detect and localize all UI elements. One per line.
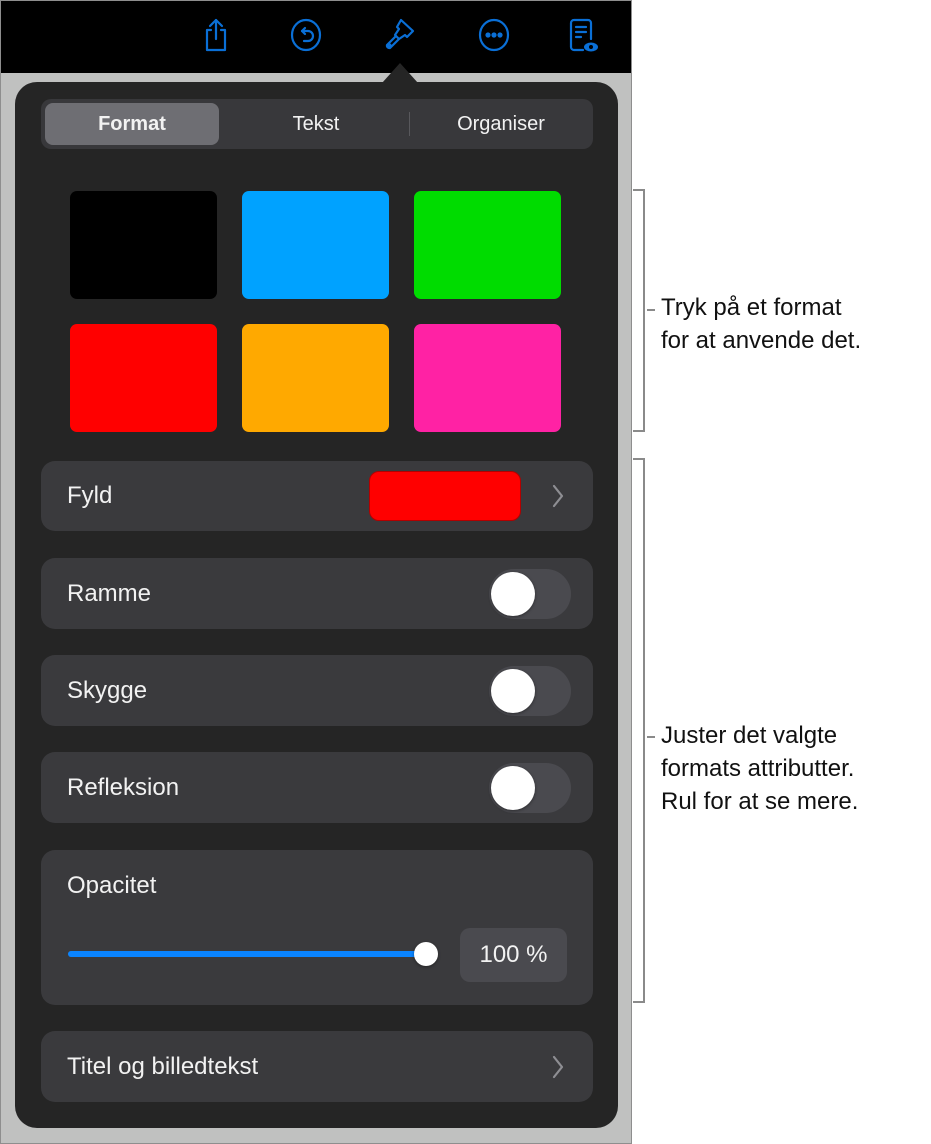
- chevron-right-icon: [552, 484, 564, 508]
- callout-line: Juster det valgte: [661, 722, 838, 749]
- opacity-slider[interactable]: [68, 942, 438, 966]
- callout-bracket-attributes: [633, 458, 645, 1003]
- opacity-label: Opacitet: [67, 872, 157, 899]
- format-button[interactable]: [377, 13, 421, 57]
- share-button[interactable]: [194, 13, 238, 57]
- style-swatch[interactable]: [242, 191, 389, 299]
- callout-line: Rul for at se mere.: [661, 788, 859, 815]
- paintbrush-icon: [385, 18, 415, 50]
- fill-color-well[interactable]: [369, 471, 521, 521]
- opacity-row: Opacitet 100 %: [41, 850, 593, 1005]
- title-caption-row[interactable]: Titel og billedtekst: [41, 1031, 593, 1102]
- tab-divider: [409, 112, 410, 136]
- callout-tick: [647, 736, 655, 738]
- more-button[interactable]: [472, 13, 516, 57]
- callout-attributes: Juster det valgte formats attributter. R…: [661, 719, 858, 818]
- callout-line: Tryk på et format: [661, 294, 842, 321]
- toolbar: [1, 1, 631, 73]
- style-swatch[interactable]: [70, 191, 217, 299]
- border-toggle[interactable]: [489, 569, 571, 619]
- tab-tekst[interactable]: Tekst: [227, 103, 405, 145]
- style-swatch[interactable]: [414, 191, 561, 299]
- reflection-row: Refleksion: [41, 752, 593, 823]
- toggle-knob: [491, 766, 535, 810]
- undo-icon: [290, 18, 322, 52]
- tab-organiser[interactable]: Organiser: [413, 103, 589, 145]
- reflection-label: Refleksion: [67, 774, 180, 801]
- tab-format[interactable]: Format: [45, 103, 219, 145]
- format-popover: Format Tekst Organiser Fyld Ramme Skygge…: [15, 82, 618, 1128]
- popover-arrow: [382, 63, 418, 83]
- border-label: Ramme: [67, 580, 152, 607]
- fill-label: Fyld: [67, 482, 113, 509]
- shadow-label: Skygge: [67, 677, 148, 704]
- undo-button[interactable]: [284, 13, 328, 57]
- callout-bracket-styles: [633, 189, 645, 432]
- opacity-value-field[interactable]: 100 %: [460, 928, 567, 982]
- title-caption-label: Titel og billedtekst: [67, 1053, 259, 1080]
- fill-row[interactable]: Fyld: [41, 461, 593, 531]
- shadow-row: Skygge: [41, 655, 593, 726]
- style-swatch[interactable]: [414, 324, 561, 432]
- document-view-icon: [569, 18, 598, 52]
- callout-line: formats attributter.: [661, 755, 855, 782]
- share-icon: [205, 18, 227, 52]
- toggle-knob: [491, 669, 535, 713]
- reflection-toggle[interactable]: [489, 763, 571, 813]
- ipad-screen: Format Tekst Organiser Fyld Ramme Skygge…: [0, 0, 632, 1144]
- style-swatch[interactable]: [70, 324, 217, 432]
- callout-line: for at anvende det.: [661, 327, 862, 354]
- slider-fill: [68, 951, 426, 957]
- reading-view-button[interactable]: [559, 13, 603, 57]
- shadow-toggle[interactable]: [489, 666, 571, 716]
- tab-control: Format Tekst Organiser: [41, 99, 593, 149]
- chevron-right-icon: [552, 1055, 564, 1079]
- toggle-knob: [491, 572, 535, 616]
- style-swatch[interactable]: [242, 324, 389, 432]
- more-icon: [478, 18, 510, 52]
- slider-thumb[interactable]: [414, 942, 438, 966]
- callout-styles: Tryk på et format for at anvende det.: [661, 291, 861, 357]
- callout-tick: [647, 309, 655, 311]
- border-row: Ramme: [41, 558, 593, 629]
